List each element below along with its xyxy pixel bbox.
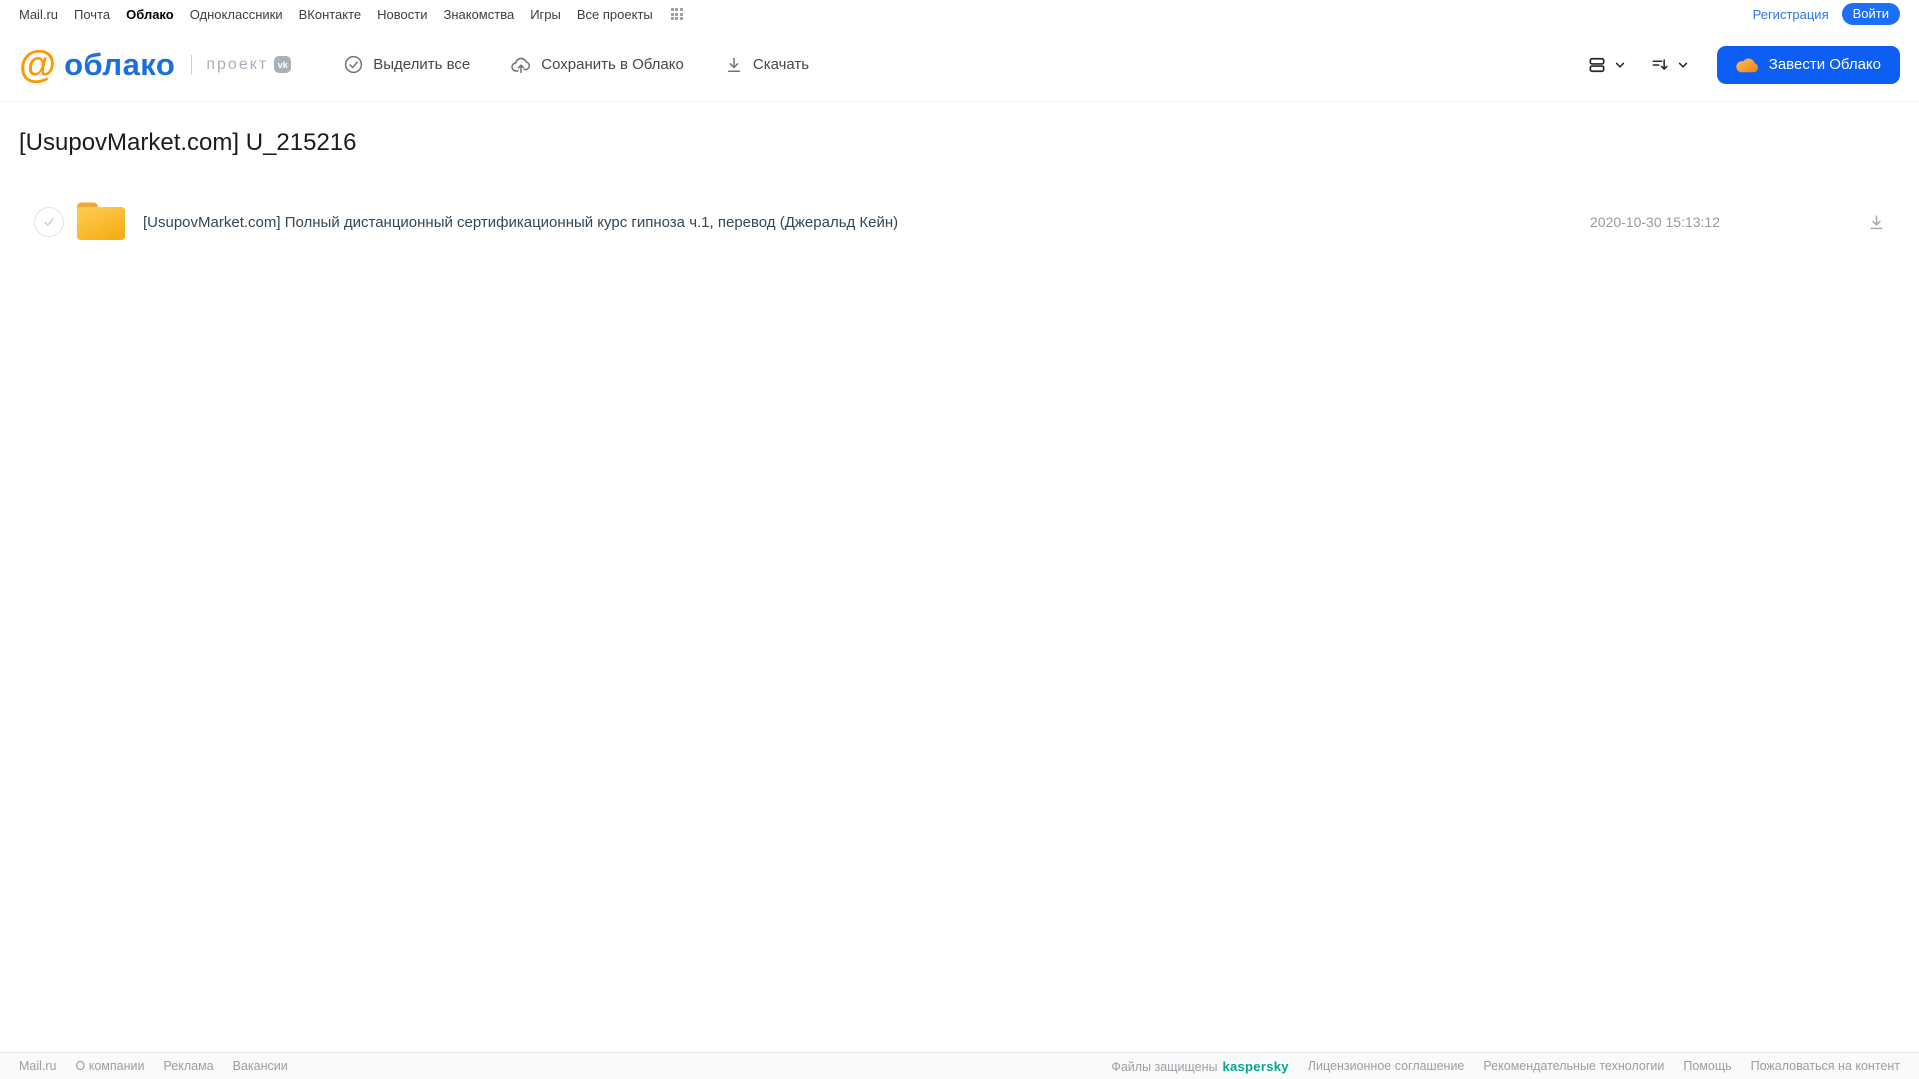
protected-by-label: Файлы защищены [1111,1059,1218,1074]
register-link[interactable]: Регистрация [1753,7,1829,22]
all-projects-grid-icon[interactable] [670,8,683,20]
kaspersky-logo[interactable]: kaspersky [1222,1059,1288,1074]
footer: Mail.ru О компании Реклама Вакансии Файл… [0,1052,1919,1079]
header-right-controls: Завести Облако [1587,45,1900,84]
footer-link-jobs[interactable]: Вакансии [233,1059,288,1073]
app-header: @ облако проект vk Выделить все Сохранит… [0,28,1919,102]
footer-link-about[interactable]: О компании [76,1059,145,1073]
logo-divider [191,54,193,75]
select-all-button[interactable]: Выделить все [343,54,470,75]
nav-item-mailru[interactable]: Mail.ru [19,7,58,22]
download-icon [724,55,744,75]
nav-item-pochta[interactable]: Почта [74,7,110,22]
view-switcher[interactable] [1587,55,1626,75]
file-date: 2020-10-30 15:13:12 [1590,214,1720,230]
vk-badge-icon: vk [274,56,292,73]
cloud-logo[interactable]: @ облако проект vk [19,43,292,86]
portal-nav-right: Регистрация Войти [1753,2,1900,26]
check-circle-icon [343,54,364,75]
project-label: проект [206,55,269,73]
chevron-down-icon [1677,59,1689,71]
save-to-cloud-button[interactable]: Сохранить в Облако [510,54,684,76]
download-label: Скачать [752,56,810,73]
file-row[interactable]: [UsupovMarket.com] Полный дистанционный … [19,197,1900,247]
main-content: [UsupovMarket.com] U_215216 [UsupovMarke… [0,102,1919,1052]
nav-item-odnoklassniki[interactable]: Одноклассники [190,7,283,22]
folder-icon[interactable] [77,200,125,245]
list-view-icon [1587,55,1607,75]
get-cloud-label: Завести Облако [1768,56,1881,73]
select-all-label: Выделить все [373,56,471,73]
portal-nav-links: Mail.ru Почта Облако Одноклассники ВКонт… [19,7,683,22]
portal-nav: Mail.ru Почта Облако Одноклассники ВКонт… [0,0,1919,28]
row-download-icon[interactable] [1867,213,1886,232]
file-list: [UsupovMarket.com] Полный дистанционный … [19,197,1900,247]
footer-link-recommendations[interactable]: Рекомендательные технологии [1483,1059,1664,1073]
nav-item-novosti[interactable]: Новости [377,7,427,22]
cloud-orange-icon [1736,57,1759,73]
get-cloud-button[interactable]: Завести Облако [1716,45,1900,84]
footer-link-license[interactable]: Лицензионное соглашение [1308,1059,1465,1073]
check-icon [44,218,54,226]
row-checkbox[interactable] [34,207,64,237]
footer-link-mailru[interactable]: Mail.ru [19,1059,57,1073]
nav-item-oblako[interactable]: Облако [126,7,174,22]
save-to-cloud-label: Сохранить в Облако [541,56,684,73]
file-name-link[interactable]: [UsupovMarket.com] Полный дистанционный … [143,214,898,231]
kaspersky-protection-note: Файлы защищены kaspersky [1111,1059,1288,1074]
chevron-down-icon [1614,59,1626,71]
sort-control[interactable] [1650,55,1689,75]
footer-link-report[interactable]: Пожаловаться на контент [1751,1059,1900,1073]
nav-item-vkontakte[interactable]: ВКонтакте [299,7,362,22]
download-button[interactable]: Скачать [724,55,809,75]
file-toolbar: Выделить все Сохранить в Облако Скачать [343,54,809,76]
footer-left-links: Mail.ru О компании Реклама Вакансии [19,1059,288,1073]
cloud-logo-text: облако [64,46,176,82]
login-button[interactable]: Войти [1841,2,1900,26]
nav-item-znakomstva[interactable]: Знакомства [443,7,514,22]
cloud-upload-icon [510,54,532,76]
nav-item-igry[interactable]: Игры [530,7,561,22]
footer-link-help[interactable]: Помощь [1683,1059,1731,1073]
nav-item-vse-proekty[interactable]: Все проекты [577,7,653,22]
footer-link-ads[interactable]: Реклама [163,1059,213,1073]
sort-icon [1650,55,1670,75]
footer-right-links: Файлы защищены kaspersky Лицензионное со… [1111,1059,1900,1074]
mailru-at-logo-icon: @ [19,43,57,86]
page-title: [UsupovMarket.com] U_215216 [19,129,357,156]
